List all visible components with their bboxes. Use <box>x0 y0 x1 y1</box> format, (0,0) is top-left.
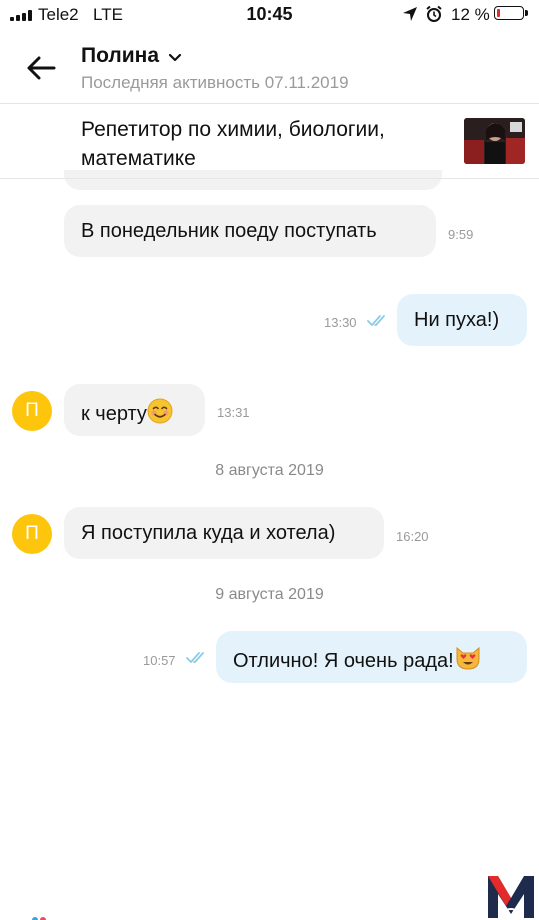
alarm-icon <box>426 5 442 22</box>
smiling-face-icon <box>147 398 173 424</box>
chevron-down-icon[interactable] <box>168 51 182 65</box>
avatar[interactable]: П <box>12 391 52 431</box>
avatar[interactable]: П <box>12 514 52 554</box>
header-divider <box>0 103 539 104</box>
heart-eyes-cat-icon <box>456 646 480 670</box>
battery-icon <box>494 6 524 20</box>
listing-title[interactable]: Репетитор по химии, биологии, математике <box>81 115 441 173</box>
composer-icon[interactable] <box>31 910 47 920</box>
battery-percent: 12 % <box>451 5 490 24</box>
message-time: 16:20 <box>396 529 429 544</box>
outgoing-message-bubble[interactable]: Отлично! Я очень рада! <box>216 631 527 683</box>
read-ticks-icon <box>367 315 385 326</box>
m-logo-icon <box>488 876 534 919</box>
message-text: Я поступила куда и хотела) <box>81 522 336 544</box>
date-separator: 8 августа 2019 <box>215 462 324 479</box>
last-seen-status: Последняя активность 07.11.2019 <box>81 73 349 92</box>
message-text: В понедельник поеду поступать <box>81 220 377 242</box>
incoming-message-bubble[interactable]: Я поступила куда и хотела) <box>64 507 384 559</box>
listing-thumbnail[interactable] <box>464 118 525 164</box>
message-time: 13:31 <box>217 405 250 420</box>
message-time: 9:59 <box>448 227 474 242</box>
message-text: Отлично! Я очень рада! <box>233 650 454 672</box>
read-ticks-icon <box>186 652 204 663</box>
battery-nub <box>525 10 528 16</box>
message-time: 10:57 <box>143 653 176 668</box>
back-arrow-icon[interactable] <box>24 51 58 85</box>
location-arrow-icon <box>403 7 417 21</box>
date-separator: 9 августа 2019 <box>215 586 324 603</box>
outgoing-message-bubble[interactable]: Ни пуха!) <box>397 294 527 346</box>
status-bar: Tele2 LTE 10:45 12 % <box>0 0 539 30</box>
contact-name[interactable]: Полина <box>81 44 159 68</box>
partial-message-bubble <box>64 170 442 190</box>
listing-divider <box>0 178 539 179</box>
message-time: 13:30 <box>324 315 357 330</box>
message-text: Ни пуха!) <box>414 309 500 331</box>
incoming-message-bubble[interactable]: В понедельник поеду поступать <box>64 205 436 257</box>
message-text: к черту <box>81 403 147 425</box>
incoming-message-bubble[interactable]: к черту <box>64 384 205 436</box>
